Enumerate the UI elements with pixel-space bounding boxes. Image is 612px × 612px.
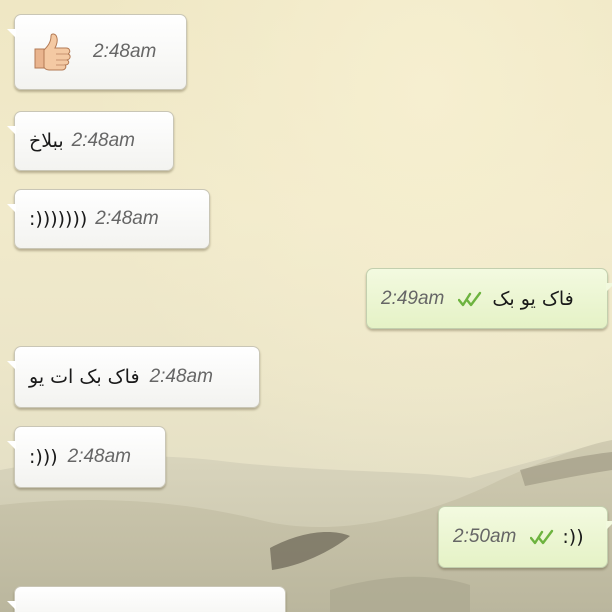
message-text: ببلاخ: [29, 130, 64, 152]
message-timestamp: 2:48am: [149, 366, 213, 387]
conversation-view[interactable]: 2:48am ببلاخ 2:48am :))))))) 2:48am 2:49…: [0, 0, 612, 612]
message-bubble-outgoing[interactable]: 2:50am :)): [438, 506, 612, 568]
thumbs-up-icon: [29, 32, 73, 72]
message-bubble-incoming[interactable]: ببلاخ 2:48am: [7, 111, 174, 171]
message-text: :))): [29, 446, 58, 468]
message-text: :))))))): [29, 208, 88, 230]
message-bubble-incoming[interactable]: 2:48am: [7, 14, 187, 90]
double-check-icon: [530, 529, 554, 545]
double-check-icon: [458, 291, 482, 307]
message-timestamp: 2:48am: [71, 130, 135, 151]
message-bubble-incoming[interactable]: فاک بک ات یو 2:48am: [7, 346, 260, 408]
message-timestamp: 2:48am: [93, 41, 157, 62]
message-timestamp: 2:48am: [67, 446, 132, 467]
message-bubble-incoming-partial[interactable]: [7, 586, 286, 612]
message-timestamp: 2:49am: [381, 287, 445, 309]
message-bubble-outgoing[interactable]: 2:49am فاک یو بک: [366, 268, 612, 329]
message-text: فاک بک ات یو: [29, 366, 140, 388]
message-text: :)): [562, 526, 584, 548]
message-bubble-incoming[interactable]: :))))))) 2:48am: [7, 189, 210, 249]
message-text: فاک یو بک: [492, 287, 574, 310]
message-timestamp: 2:50am: [453, 526, 517, 547]
message-bubble-incoming[interactable]: :))) 2:48am: [7, 426, 166, 488]
message-timestamp: 2:48am: [95, 208, 159, 229]
